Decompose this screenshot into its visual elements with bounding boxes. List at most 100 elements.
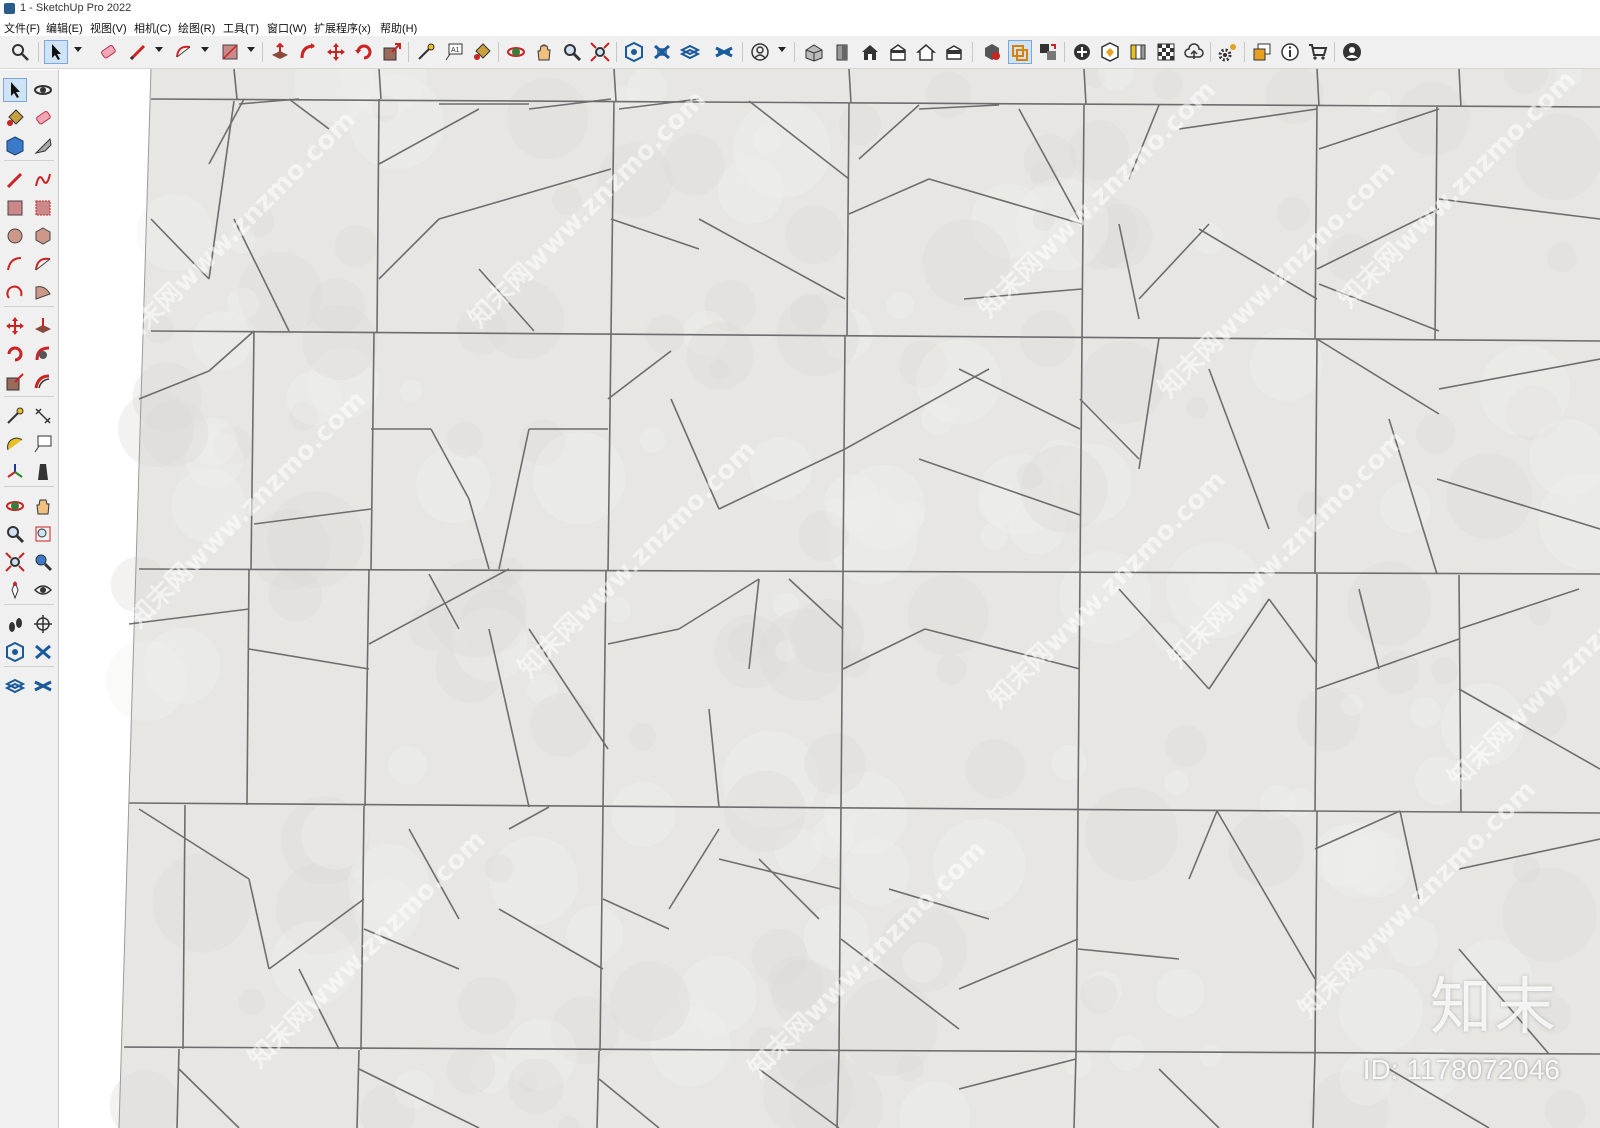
zoom-icon[interactable] <box>560 40 584 64</box>
sandbox-tool-icon[interactable] <box>31 674 55 698</box>
account-icon[interactable] <box>748 40 772 64</box>
tape-tool-icon[interactable] <box>3 404 27 428</box>
section-plane-icon[interactable] <box>1008 40 1032 64</box>
menu-edit[interactable]: 编辑(E) <box>46 20 83 36</box>
materials-icon[interactable] <box>1126 40 1150 64</box>
pencil-dropdown-icon[interactable] <box>155 47 163 52</box>
tape-measure-icon[interactable] <box>414 40 438 64</box>
menu-draw[interactable]: 绘图(R) <box>178 20 215 36</box>
menu-tools[interactable]: 工具(T) <box>223 20 259 36</box>
back-view-icon[interactable] <box>914 40 938 64</box>
previous-view-icon[interactable] <box>31 550 55 574</box>
outliner-icon[interactable] <box>1250 40 1274 64</box>
components-icon[interactable] <box>1036 40 1060 64</box>
warehouse-tool-icon[interactable] <box>3 640 27 664</box>
menu-view[interactable]: 视图(V) <box>90 20 127 36</box>
pie-tool-icon[interactable] <box>31 280 55 304</box>
push-pull-tool-icon[interactable] <box>31 314 55 338</box>
eraser-tool-icon[interactable] <box>31 106 55 130</box>
pan-nav-icon[interactable] <box>31 494 55 518</box>
position-camera-icon[interactable] <box>3 578 27 602</box>
push-pull-icon[interactable] <box>268 40 292 64</box>
menu-help[interactable]: 帮助(H) <box>380 20 417 36</box>
orbit-icon[interactable] <box>504 40 528 64</box>
front-view-icon[interactable] <box>830 40 854 64</box>
dimension-tool-icon[interactable] <box>31 404 55 428</box>
move-icon[interactable] <box>324 40 348 64</box>
right-view-icon[interactable] <box>886 40 910 64</box>
layout-icon[interactable] <box>678 40 702 64</box>
tag-tool-icon[interactable] <box>31 134 55 158</box>
follow-me-icon[interactable] <box>296 40 320 64</box>
info-icon[interactable] <box>1278 40 1302 64</box>
rotate-tool-icon[interactable] <box>3 342 27 366</box>
search-icon[interactable] <box>8 40 32 64</box>
menu-camera[interactable]: 相机(C) <box>134 20 171 36</box>
scale-tool-icon[interactable] <box>3 370 27 394</box>
orbit-tool-icon[interactable] <box>31 78 55 102</box>
left-view-icon[interactable] <box>942 40 966 64</box>
add-location-icon[interactable] <box>1070 40 1094 64</box>
3d-warehouse-icon[interactable] <box>622 40 646 64</box>
text-icon[interactable]: A1 <box>442 40 466 64</box>
layout-tool-icon[interactable] <box>3 674 27 698</box>
select-tool-icon[interactable] <box>3 78 27 102</box>
paint-tool-icon[interactable] <box>3 106 27 130</box>
styles-icon[interactable] <box>980 40 1004 64</box>
menu-window[interactable]: 窗口(W) <box>267 20 307 36</box>
scale-icon[interactable] <box>380 40 404 64</box>
arc-dropdown-icon[interactable] <box>201 47 209 52</box>
extension-tool-icon[interactable] <box>31 640 55 664</box>
circle-tool-icon[interactable] <box>3 224 27 248</box>
orbit-nav-icon[interactable] <box>3 494 27 518</box>
home-view-icon[interactable] <box>858 40 882 64</box>
axes-tool-icon[interactable] <box>3 460 27 484</box>
follow-me-tool-icon[interactable] <box>31 342 55 366</box>
user-icon[interactable] <box>1340 40 1364 64</box>
paint-bucket-icon[interactable] <box>470 40 494 64</box>
drawing-viewport[interactable]: 知末网www.znzmo.com 知末网www.znzmo.com 知末网www.z… <box>59 69 1600 1128</box>
cloud-icon[interactable] <box>1182 40 1206 64</box>
rectangle-dropdown-icon[interactable] <box>247 47 255 52</box>
freehand-tool-icon[interactable] <box>31 168 55 192</box>
select-dropdown-icon[interactable] <box>74 47 82 52</box>
rotate-icon[interactable] <box>352 40 376 64</box>
zoom-extents-icon[interactable] <box>588 40 612 64</box>
line-tool-icon[interactable] <box>3 168 27 192</box>
three-point-arc-icon[interactable] <box>3 280 27 304</box>
tiled-floor-model[interactable]: 知末网www.znzmo.com 知末网www.znzmo.com 知末网www.z… <box>59 69 1600 1128</box>
component-tool-icon[interactable] <box>3 134 27 158</box>
protractor-tool-icon[interactable] <box>3 432 27 456</box>
zoom-nav-icon[interactable] <box>3 522 27 546</box>
sandbox-icon[interactable] <box>712 40 736 64</box>
look-around-icon[interactable] <box>31 578 55 602</box>
terrain-icon[interactable] <box>1098 40 1122 64</box>
select-icon[interactable] <box>44 40 68 64</box>
pencil-icon[interactable] <box>126 40 150 64</box>
iso-view-icon[interactable] <box>802 40 826 64</box>
offset-tool-icon[interactable] <box>31 370 55 394</box>
settings-icon[interactable] <box>1216 40 1240 64</box>
menu-extensions[interactable]: 扩展程序(x) <box>314 20 371 36</box>
rectangle-icon[interactable] <box>218 40 242 64</box>
menu-file[interactable]: 文件(F) <box>4 20 40 36</box>
section-tool-icon[interactable] <box>31 612 55 636</box>
rectangle-tool-icon[interactable] <box>3 196 27 220</box>
two-point-arc-icon[interactable] <box>31 252 55 276</box>
text-tool-icon[interactable] <box>31 432 55 456</box>
account-dropdown-icon[interactable] <box>778 47 786 52</box>
eraser-icon[interactable] <box>96 40 120 64</box>
polygon-tool-icon[interactable] <box>31 224 55 248</box>
zoom-extents-nav-icon[interactable] <box>3 550 27 574</box>
walk-icon[interactable] <box>3 612 27 636</box>
3d-text-tool-icon[interactable] <box>31 460 55 484</box>
move-tool-icon[interactable] <box>3 314 27 338</box>
extension-warehouse-icon[interactable] <box>650 40 674 64</box>
zoom-window-icon[interactable] <box>31 522 55 546</box>
shadows-icon[interactable] <box>1154 40 1178 64</box>
cart-icon[interactable] <box>1306 40 1330 64</box>
arc-icon[interactable] <box>172 40 196 64</box>
pan-icon[interactable] <box>532 40 556 64</box>
arc-tool-icon[interactable] <box>3 252 27 276</box>
rotated-rect-tool-icon[interactable] <box>31 196 55 220</box>
